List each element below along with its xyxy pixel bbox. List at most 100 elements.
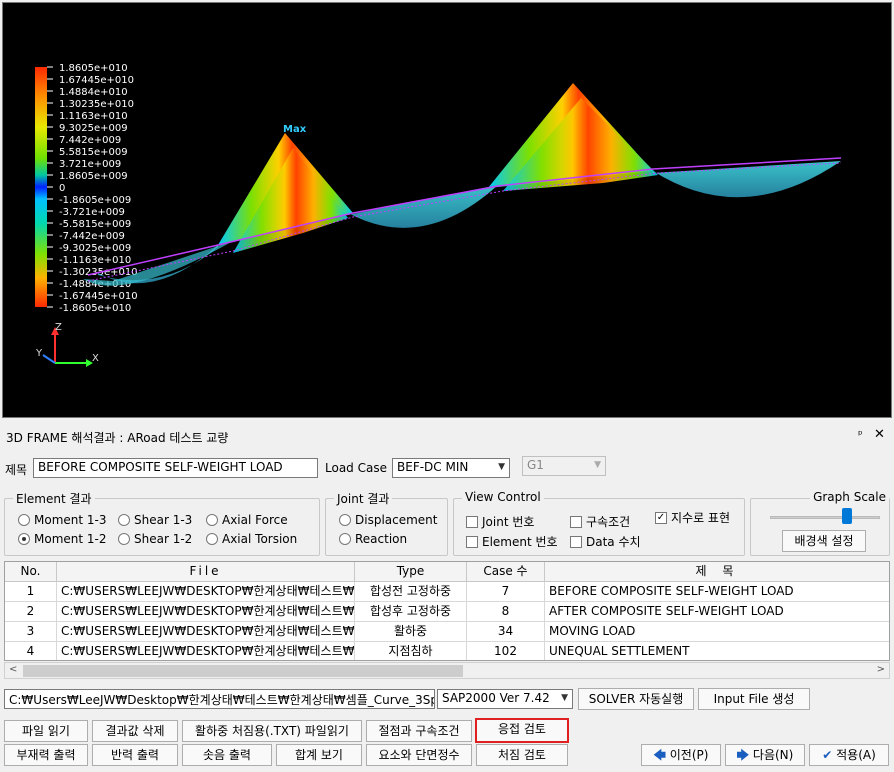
check-icon: ✔ bbox=[822, 748, 833, 762]
girder-value: G1 bbox=[527, 458, 544, 472]
legend-value: 1.4884e+010 bbox=[59, 87, 128, 98]
view-control-title: View Control bbox=[462, 490, 544, 504]
table-header: No. File Type Case 수 제 목 bbox=[5, 562, 889, 582]
radio-displacement[interactable]: Displacement bbox=[339, 513, 438, 527]
cell-type: 합성전 고정하중 bbox=[355, 582, 467, 602]
sum-view-button[interactable]: 합계 보기 bbox=[276, 744, 362, 766]
radio-shear-1-3[interactable]: Shear 1-3 bbox=[118, 513, 192, 527]
load-case-label: Load Case bbox=[325, 461, 387, 475]
col-no[interactable]: No. bbox=[5, 562, 57, 582]
file-table: No. File Type Case 수 제 목 1 C:₩USERS₩LEEJW… bbox=[4, 561, 890, 661]
check-joint-number[interactable]: Joint 번호 bbox=[466, 513, 534, 530]
axis-x-label: X bbox=[92, 353, 99, 364]
table-horizontal-scrollbar[interactable]: < > bbox=[4, 662, 890, 679]
reaction-output-button[interactable]: 반력 출력 bbox=[92, 744, 178, 766]
axis-z-label: Z bbox=[55, 322, 62, 333]
moment-sag-span2 bbox=[348, 185, 498, 228]
cell-title: MOVING LOAD bbox=[545, 622, 889, 642]
cell-file: C:₩USERS₩LEEJW₩DESKTOP₩한계상태₩테스트₩한계 bbox=[57, 582, 355, 602]
radio-axial-torsion[interactable]: Axial Torsion bbox=[206, 532, 297, 546]
input-file-generate-button[interactable]: Input File 생성 bbox=[698, 688, 810, 710]
scroll-right-icon[interactable]: > bbox=[877, 664, 885, 675]
moment-sag-span3 bbox=[653, 161, 841, 198]
3d-viewport[interactable]: 1.8605e+010 1.67445e+010 1.4884e+010 1.3023… bbox=[2, 2, 892, 418]
frame-result-canvas[interactable]: 1.8605e+0101.67445e+0101.4884e+0101.3023… bbox=[3, 3, 892, 418]
cell-title: UNEQUAL SETTLEMENT bbox=[545, 642, 889, 660]
legend-value: 7.442e+009 bbox=[59, 135, 121, 146]
table-row[interactable]: 2 C:₩USERS₩LEEJW₩DESKTOP₩한계상태₩테스트₩한계 합성후 고… bbox=[5, 602, 889, 622]
arrow-left-icon: 🡄 bbox=[653, 748, 666, 762]
table-row[interactable]: 3 C:₩USERS₩LEEJW₩DESKTOP₩한계상태₩테스트₩한계 활하중 34… bbox=[5, 622, 889, 642]
col-case-count[interactable]: Case 수 bbox=[467, 562, 545, 582]
deflection-check-button[interactable]: 처짐 검토 bbox=[476, 744, 568, 766]
legend-value: 9.3025e+009 bbox=[59, 123, 128, 134]
legend-value: 1.1163e+010 bbox=[59, 111, 128, 122]
radio-shear-1-2[interactable]: Shear 1-2 bbox=[118, 532, 192, 546]
cell-no: 3 bbox=[5, 622, 57, 642]
radio-moment-1-3[interactable]: Moment 1-3 bbox=[18, 513, 107, 527]
check-exponent[interactable]: ✓ 지수로 표현 bbox=[655, 509, 730, 526]
file-path-input[interactable]: C:₩Users₩LeeJW₩Desktop₩한계상태₩테스트₩한계상태₩셈플_… bbox=[4, 689, 435, 709]
cell-no: 4 bbox=[5, 642, 57, 660]
pin-icon[interactable]: ᵖ bbox=[858, 428, 863, 441]
col-type[interactable]: Type bbox=[355, 562, 467, 582]
cell-title: AFTER COMPOSITE SELF-WEIGHT LOAD bbox=[545, 602, 889, 622]
load-case-select[interactable]: BEF-DC MIN ▼ bbox=[392, 458, 510, 478]
axis-y-label: Y bbox=[35, 348, 43, 359]
solver-auto-run-button[interactable]: SOLVER 자동실행 bbox=[578, 688, 694, 710]
read-file-button[interactable]: 파일 읽기 bbox=[4, 720, 88, 742]
panel-header: 3D FRAME 해석결과 : ARoad 테스트 교량 ᵖ ✕ bbox=[0, 427, 894, 446]
cell-case-count: 34 bbox=[467, 622, 545, 642]
next-button[interactable]: 🡆 다음(N) bbox=[725, 744, 805, 766]
graph-scale-slider-thumb[interactable] bbox=[842, 508, 852, 524]
camber-output-button[interactable]: 솟음 출력 bbox=[182, 744, 272, 766]
radio-axial-force[interactable]: Axial Force bbox=[206, 513, 288, 527]
joint-result-title: Joint 결과 bbox=[334, 490, 393, 507]
radio-reaction[interactable]: Reaction bbox=[339, 532, 407, 546]
col-file[interactable]: File bbox=[57, 562, 355, 582]
check-data-value[interactable]: Data 수치 bbox=[570, 533, 641, 550]
cell-type: 지점침하 bbox=[355, 642, 467, 660]
member-force-output-button[interactable]: 부재력 출력 bbox=[4, 744, 88, 766]
legend-value: -7.442e+009 bbox=[59, 231, 125, 242]
legend-value: -9.3025e+009 bbox=[59, 243, 131, 254]
element-result-title: Element 결과 bbox=[13, 490, 95, 507]
apply-label: 적용(A) bbox=[836, 748, 876, 762]
col-title[interactable]: 제 목 bbox=[545, 562, 889, 582]
check-element-number[interactable]: Element 번호 bbox=[466, 533, 558, 550]
color-legend-labels: 1.8605e+0101.67445e+0101.4884e+0101.3023… bbox=[47, 63, 138, 314]
radio-moment-1-2[interactable]: Moment 1-2 bbox=[18, 532, 107, 546]
axis-triad-icon: Z X Y bbox=[35, 322, 99, 367]
solver-version-select[interactable]: SAP2000 Ver 7.42 ▼ bbox=[437, 689, 573, 709]
scroll-left-icon[interactable]: < bbox=[9, 664, 17, 675]
background-color-button[interactable]: 배경색 설정 bbox=[782, 530, 866, 552]
color-legend-bar bbox=[35, 67, 47, 307]
title-input[interactable]: BEFORE COMPOSITE SELF-WEIGHT LOAD bbox=[33, 458, 318, 478]
graph-scale-slider-track[interactable] bbox=[770, 516, 880, 519]
legend-value: 0 bbox=[59, 183, 65, 194]
cell-title: BEFORE COMPOSITE SELF-WEIGHT LOAD bbox=[545, 582, 889, 602]
apply-button[interactable]: ✔ 적용(A) bbox=[809, 744, 889, 766]
cell-case-count: 7 bbox=[467, 582, 545, 602]
check-constraint[interactable]: 구속조건 bbox=[570, 513, 630, 530]
read-live-load-deflection-button[interactable]: 활하중 처짐용(.TXT) 파일읽기 bbox=[182, 720, 362, 742]
legend-value: -1.8605e+010 bbox=[59, 303, 131, 314]
chevron-down-icon: ▼ bbox=[594, 460, 601, 470]
stress-check-button[interactable]: 응접 검토 bbox=[475, 718, 569, 743]
legend-value: -3.721e+009 bbox=[59, 207, 125, 218]
solver-version-value: SAP2000 Ver 7.42 bbox=[442, 691, 550, 705]
cell-file: C:₩USERS₩LEEJW₩DESKTOP₩한계상태₩테스트₩한계 bbox=[57, 622, 355, 642]
elements-section-button[interactable]: 요소와 단면정수 bbox=[366, 744, 472, 766]
table-row[interactable]: 4 C:₩USERS₩LEEJW₩DESKTOP₩한계상태₩테스트₩한계 지점침하 1… bbox=[5, 642, 889, 660]
prev-button[interactable]: 🡄 이전(P) bbox=[641, 744, 721, 766]
chevron-down-icon: ▼ bbox=[498, 462, 505, 472]
delete-results-button[interactable]: 결과값 삭제 bbox=[92, 720, 178, 742]
scroll-thumb[interactable] bbox=[23, 665, 463, 677]
close-icon[interactable]: ✕ bbox=[874, 427, 885, 442]
joints-constraints-button[interactable]: 절점과 구속조건 bbox=[366, 720, 472, 742]
legend-value: 1.8605e+009 bbox=[59, 171, 128, 182]
legend-value: -1.8605e+009 bbox=[59, 195, 131, 206]
table-row[interactable]: 1 C:₩USERS₩LEEJW₩DESKTOP₩한계상태₩테스트₩한계 합성전 고… bbox=[5, 582, 889, 602]
load-case-value: BEF-DC MIN bbox=[397, 460, 469, 474]
cell-case-count: 102 bbox=[467, 642, 545, 660]
